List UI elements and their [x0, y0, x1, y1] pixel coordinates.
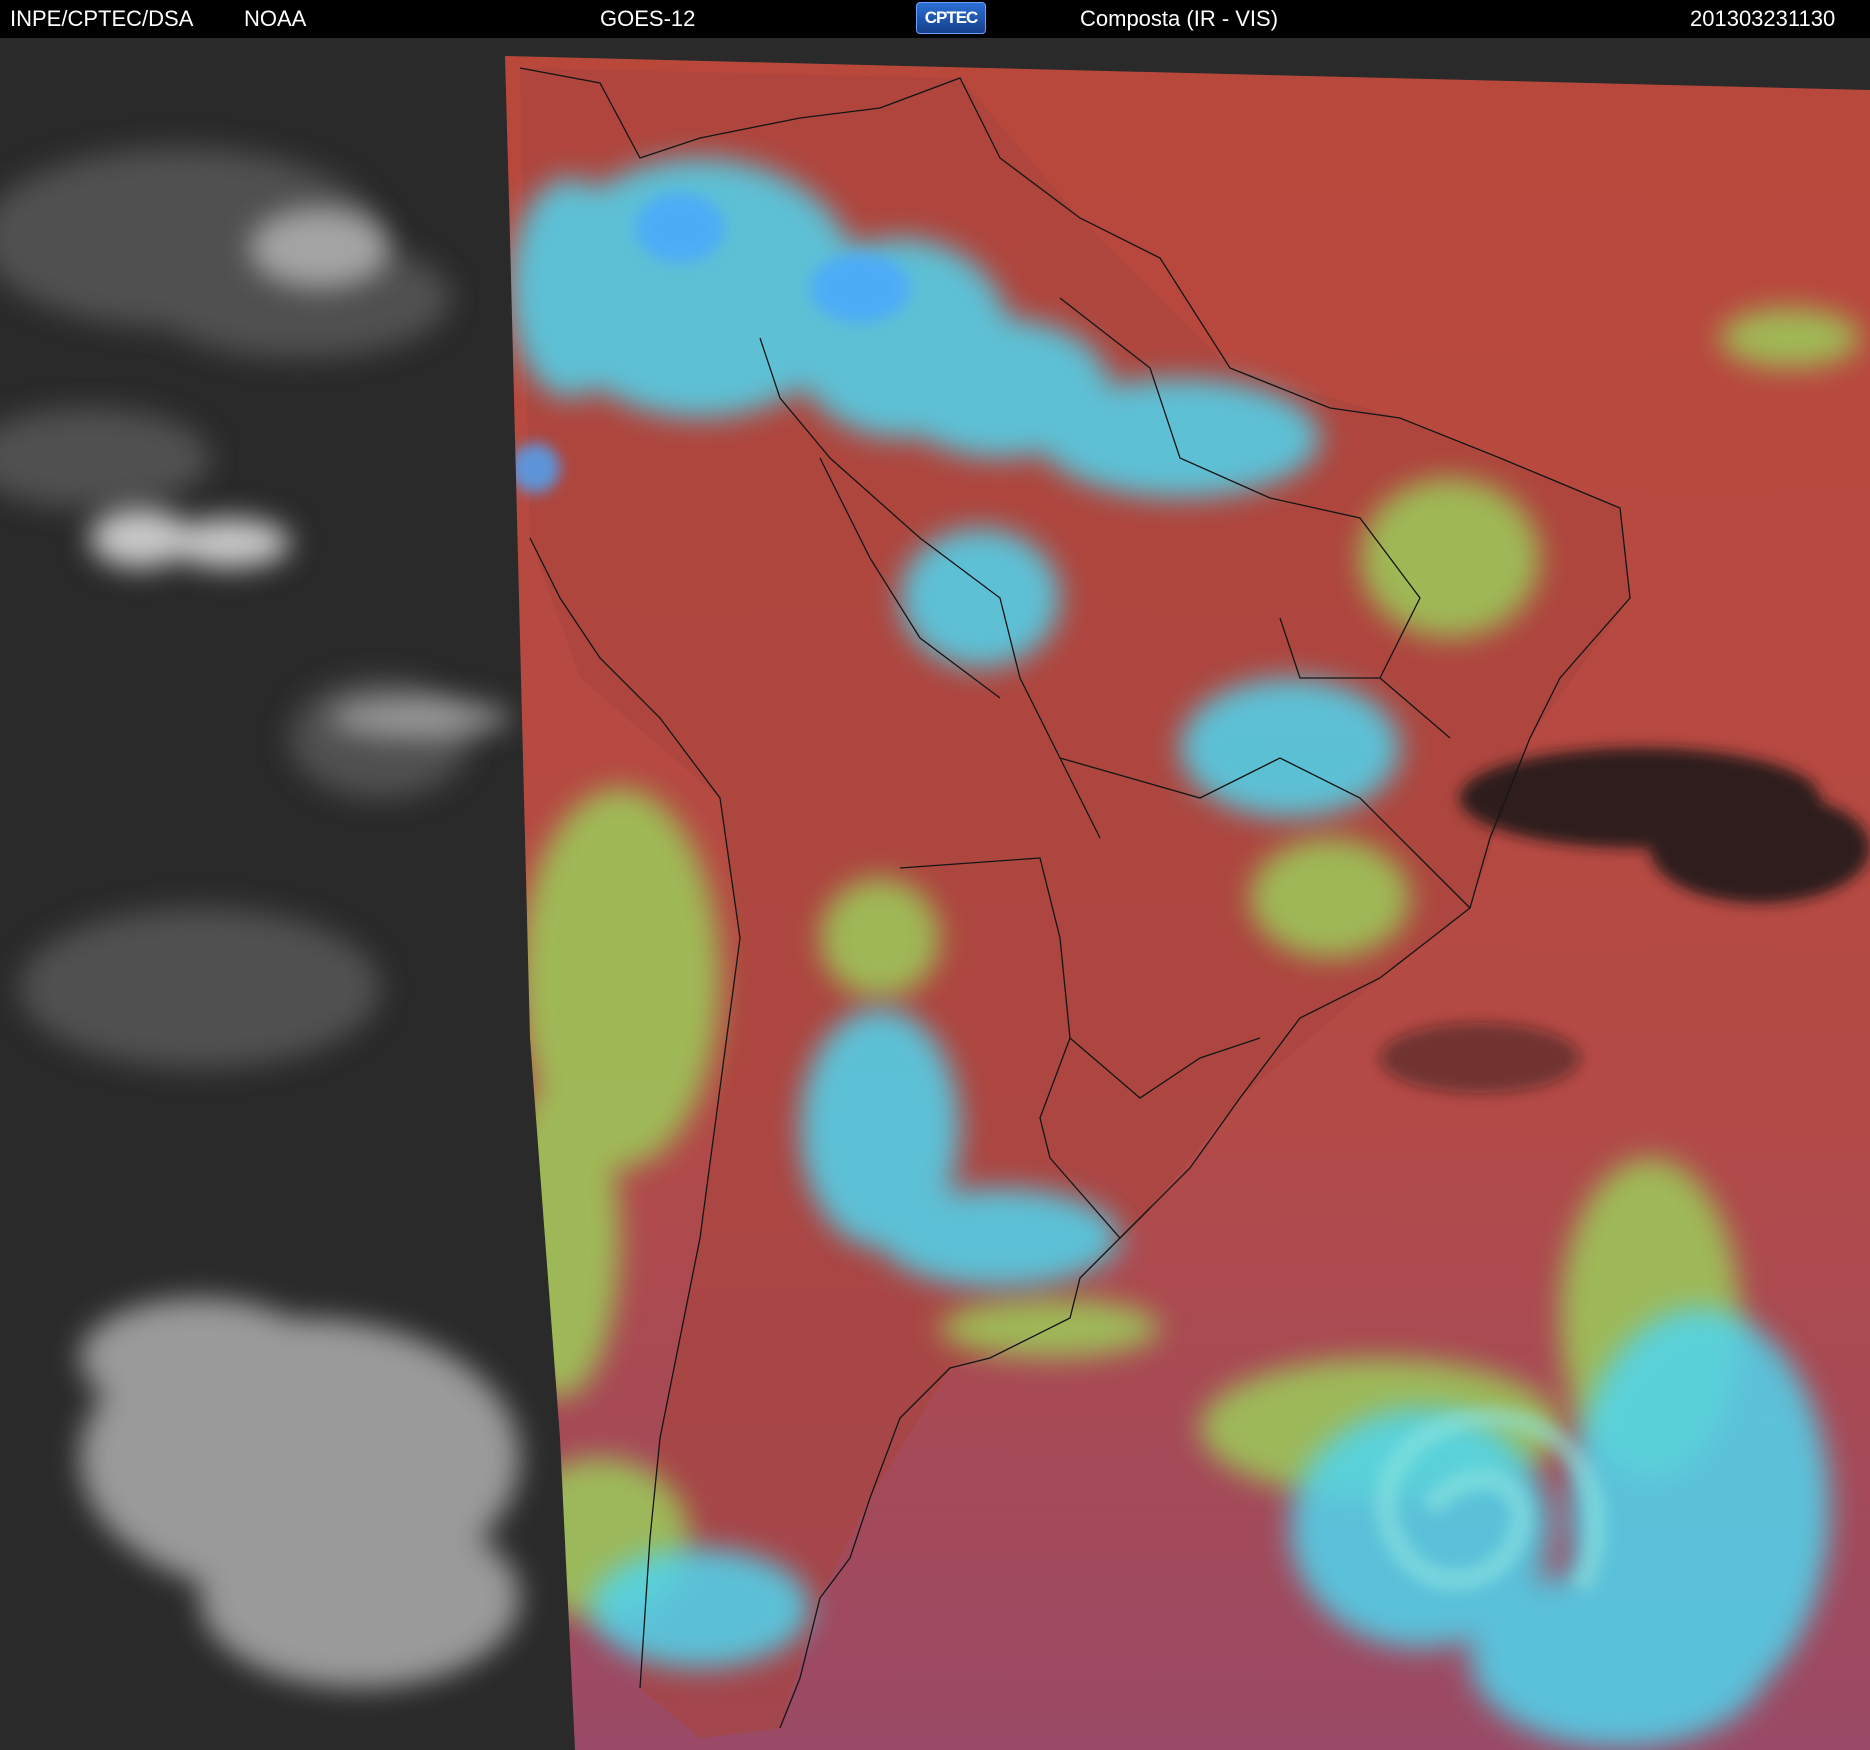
satellite-map: [0, 38, 1870, 1750]
timestamp-label: 201303231130: [1690, 6, 1836, 31]
agency-label: INPE/CPTEC/DSA: [10, 6, 194, 31]
product-label: Composta (IR - VIS): [1080, 6, 1279, 31]
header-bar: INPE/CPTEC/DSA NOAA GOES-12 CPTEC Compos…: [0, 0, 1870, 38]
source-label: NOAA: [244, 6, 307, 31]
composite-region: [505, 56, 1870, 1750]
satellite-label: GOES-12: [600, 6, 696, 31]
logo-text: CPTEC: [924, 8, 979, 27]
cptec-logo: CPTEC: [916, 2, 986, 34]
